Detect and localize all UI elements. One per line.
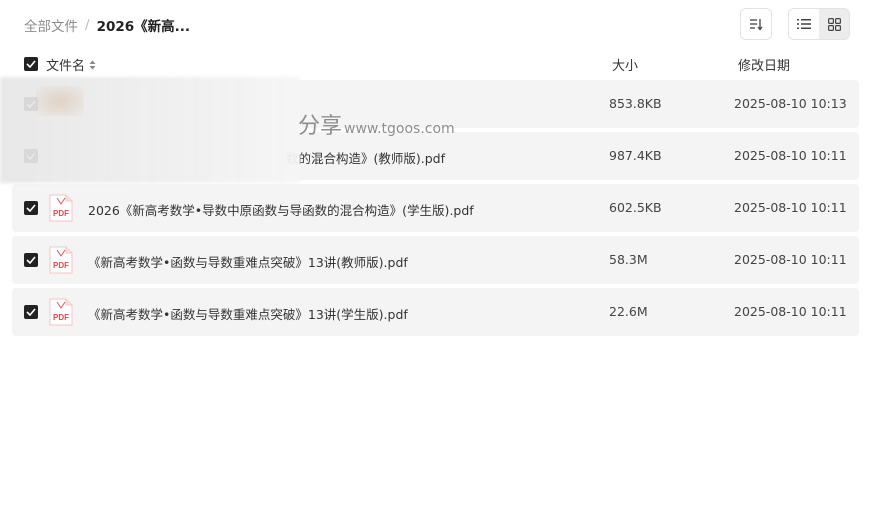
file-name[interactable]: 数的混合构造》(教师版).pdf [286, 148, 445, 167]
watermark-text: 分享 [298, 114, 343, 139]
column-header-date[interactable]: 修改日期 [738, 55, 790, 74]
sort-button[interactable] [740, 8, 772, 40]
row-checkbox[interactable] [24, 253, 38, 267]
grid-view-button[interactable] [819, 9, 849, 39]
column-header-name-label: 文件名 [46, 59, 86, 74]
file-date: 2025-08-10 10:11 [734, 304, 847, 319]
pdf-file-icon: PDF [49, 298, 73, 326]
file-name[interactable]: 《新高考数学•函数与导数重难点突破》13讲(学生版).pdf [88, 304, 408, 323]
select-all-checkbox[interactable] [24, 57, 38, 71]
row-checkbox[interactable] [24, 305, 38, 319]
pdf-file-icon: PDF [49, 194, 73, 222]
checkmark-icon [26, 60, 36, 68]
breadcrumb-root[interactable]: 全部文件 [24, 15, 78, 35]
view-toggle [788, 8, 850, 40]
top-bar: 全部文件 / 2026《新高... [0, 0, 874, 48]
breadcrumb-current: 2026《新高... [96, 19, 191, 35]
row-checkbox[interactable] [24, 201, 38, 215]
file-size: 58.3M [609, 252, 648, 267]
table-header: 文件名 大小 修改日期 [0, 50, 874, 78]
file-date: 2025-08-10 10:13 [734, 96, 847, 111]
breadcrumb-separator: / [85, 17, 90, 33]
file-size: 22.6M [609, 304, 648, 319]
breadcrumb: 全部文件 / 2026《新高... [24, 15, 190, 35]
watermark: 分享 www.tgoos.com [298, 108, 455, 140]
file-size: 987.4KB [609, 148, 662, 163]
blurred-logo [36, 86, 84, 116]
file-date: 2025-08-10 10:11 [734, 252, 847, 267]
svg-text:PDF: PDF [53, 313, 69, 322]
sort-caret-icon [89, 60, 96, 70]
svg-text:PDF: PDF [53, 261, 69, 270]
table-row[interactable]: PDF 2026《新高考数学•导数中原函数与导函数的混合构造》(学生版).pdf… [12, 184, 859, 232]
file-size: 853.8KB [609, 96, 662, 111]
list-view-icon [797, 19, 811, 29]
table-row[interactable]: PDF 《新高考数学•函数与导数重难点突破》13讲(教师版).pdf 58.3M… [12, 236, 859, 284]
column-header-name[interactable]: 文件名 [46, 55, 96, 74]
file-date: 2025-08-10 10:11 [734, 148, 847, 163]
sort-icon [750, 19, 763, 31]
file-date: 2025-08-10 10:11 [734, 200, 847, 215]
file-name[interactable]: 2026《新高考数学•导数中原函数与导函数的混合构造》(学生版).pdf [88, 200, 474, 219]
column-header-size[interactable]: 大小 [612, 55, 638, 74]
checkmark-icon [26, 308, 36, 316]
file-name[interactable]: 《新高考数学•函数与导数重难点突破》13讲(教师版).pdf [88, 252, 408, 271]
checkmark-icon [26, 204, 36, 212]
checkmark-icon [26, 256, 36, 264]
grid-view-icon [827, 17, 841, 31]
watermark-url: www.tgoos.com [344, 121, 455, 137]
list-view-button[interactable] [789, 9, 819, 39]
table-row[interactable]: PDF 《新高考数学•函数与导数重难点突破》13讲(学生版).pdf 22.6M… [12, 288, 859, 336]
svg-text:PDF: PDF [53, 209, 69, 218]
file-size: 602.5KB [609, 200, 662, 215]
pdf-file-icon: PDF [49, 246, 73, 274]
